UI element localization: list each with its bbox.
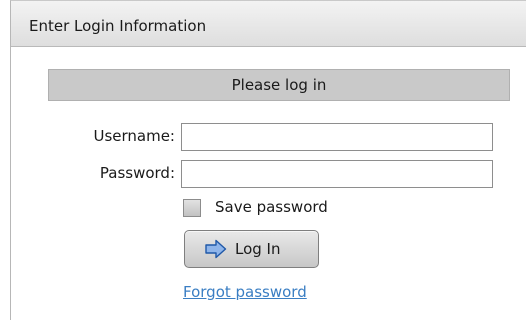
panel-title: Enter Login Information bbox=[29, 17, 207, 35]
username-input[interactable] bbox=[181, 123, 493, 151]
save-password-label[interactable]: Save password bbox=[215, 198, 328, 216]
arrow-right-icon bbox=[205, 239, 227, 259]
password-label: Password: bbox=[99, 164, 175, 182]
login-button[interactable]: Log In bbox=[184, 230, 319, 268]
username-label: Username: bbox=[93, 127, 175, 145]
forgot-password-link[interactable]: Forgot password bbox=[183, 283, 307, 301]
login-button-label: Log In bbox=[235, 240, 281, 258]
password-input[interactable] bbox=[181, 160, 493, 188]
panel-header: Enter Login Information bbox=[11, 1, 526, 47]
login-banner: Please log in bbox=[48, 69, 510, 101]
save-password-checkbox[interactable] bbox=[183, 199, 201, 217]
login-panel: Enter Login Information Please log in Us… bbox=[10, 0, 526, 320]
